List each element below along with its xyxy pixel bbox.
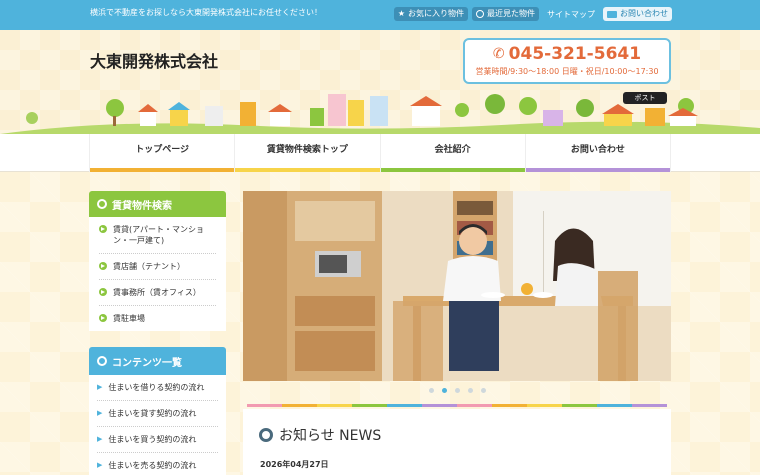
sidebar-item-store[interactable]: 賃店舗（テナント） [99,254,216,280]
top-bar: 横浜で不動産をお探しなら大東開発株式会社にお任せください！ ★ お気に入り物件 … [0,0,760,30]
sidebar-item-label: 賃貸(アパート・マンション・一戸建て) [113,225,204,245]
sidebar-item-label: 住まいを借りる契約の流れ [108,383,205,392]
news-section: お知らせ NEWS 2026年04月27日 [243,409,671,475]
rental-search-list: 賃貸(アパート・マンション・一戸建て) 賃店舗（テナント） 賃事務所（賃オフィス… [89,217,226,331]
triangle-right-icon: ▶ [97,383,103,391]
rental-search-heading-text: 賃貸物件検索 [112,200,172,212]
sidebar-item-residential[interactable]: 賃貸(アパート・マンション・一戸建て) [99,217,216,254]
arrow-circle-icon [99,262,107,270]
contents-list: ▶ 住まいを借りる契約の流れ ▶ 住まいを貸す契約の流れ ▶ 住まいを買う契約の… [89,375,226,475]
triangle-right-icon: ▶ [97,461,103,469]
news-date: 2026年04月27日 [260,460,329,469]
news-heading-text: お知らせ NEWS [279,428,382,444]
phone-box: ✆ 045-321-5641 営業時間/9:30〜18:00 日曜・祝日/10:… [463,38,671,84]
contact-button[interactable]: お問い合わせ [603,7,672,21]
slider-dot[interactable] [454,388,460,393]
site-header: 大東開発株式会社 ✆ 045-321-5641 営業時間/9:30〜18:00 … [0,30,760,134]
nav-contact[interactable]: お問い合わせ [524,134,671,172]
slider-dot[interactable] [467,388,473,393]
sidebar-item-lease-flow[interactable]: ▶ 住まいを貸す契約の流れ [97,401,218,427]
recent-label: 最近見た物件 [487,9,535,18]
circle-icon [259,428,273,442]
phone-icon: ✆ [492,46,505,62]
arrow-circle-icon [99,314,107,322]
news-heading: お知らせ NEWS [259,425,381,445]
triangle-right-icon: ▶ [97,409,103,417]
circle-icon [97,356,107,366]
contents-heading: コンテンツ一覧 [89,347,226,375]
sidebar-item-label: 住まいを買う契約の流れ [108,435,197,444]
global-nav: トップページ 賃貸物件検索トップ 会社紹介 お問い合わせ [0,134,760,172]
sitemap-link[interactable]: サイトマップ [543,9,599,20]
star-icon: ★ [397,9,405,18]
slider-dot[interactable] [480,388,486,393]
sidebar: 賃貸物件検索 賃貸(アパート・マンション・一戸建て) 賃店舗（テナント） 賃事務… [89,191,226,475]
search-icon [97,199,107,209]
mail-icon [607,10,617,18]
favorites-label: お気に入り物件 [408,9,464,18]
hero-slider[interactable] [243,191,671,381]
sidebar-item-label: 賃駐車場 [113,314,145,323]
sidebar-item-office[interactable]: 賃事務所（賃オフィス） [99,280,216,306]
sidebar-item-parking[interactable]: 賃駐車場 [99,306,216,331]
phone-number[interactable]: ✆ 045-321-5641 [465,44,669,64]
top-links: ★ お気に入り物件 最近見た物件 サイトマップ お問い合わせ [393,7,672,21]
nav-top-label: トップページ [135,145,190,155]
nav-company-label: 会社紹介 [434,145,471,155]
slider-pagination [243,388,671,393]
arrow-circle-icon [99,225,107,233]
rainbow-divider [247,404,667,407]
recent-button[interactable]: 最近見た物件 [472,7,539,21]
town-illustration [0,94,760,134]
nav-company[interactable]: 会社紹介 [379,134,525,172]
clock-icon [476,10,484,18]
nav-rental-label: 賃貸物件検索トップ [266,145,348,155]
sidebar-item-label: 住まいを貸す契約の流れ [108,409,197,418]
nav-top[interactable]: トップページ [89,134,235,172]
contents-heading-text: コンテンツ一覧 [112,357,182,369]
triangle-right-icon: ▶ [97,435,103,443]
slider-dot[interactable] [428,388,434,393]
sidebar-item-rent-flow[interactable]: ▶ 住まいを借りる契約の流れ [97,375,218,401]
sidebar-item-sell-flow[interactable]: ▶ 住まいを売る契約の流れ [97,453,218,475]
sidebar-item-label: 賃事務所（賃オフィス） [113,288,201,297]
rental-search-heading: 賃貸物件検索 [89,191,226,217]
sidebar-item-label: 賃店舗（テナント） [113,262,185,271]
nav-contact-label: お問い合わせ [570,145,625,155]
company-logo[interactable]: 大東開発株式会社 [90,48,218,72]
phone-text: 045-321-5641 [508,44,642,64]
contact-label: お問い合わせ [620,9,668,18]
sidebar-item-buy-flow[interactable]: ▶ 住まいを買う契約の流れ [97,427,218,453]
slider-dot-active[interactable] [441,388,447,393]
site-tagline: 横浜で不動産をお探しなら大東開発株式会社にお任せください！ [90,8,322,17]
business-hours: 営業時間/9:30〜18:00 日曜・祝日/10:00〜17:30 [475,67,659,76]
hero-photo [243,191,671,381]
favorites-button[interactable]: ★ お気に入り物件 [393,7,468,21]
nav-rental-search[interactable]: 賃貸物件検索トップ [234,134,380,172]
sidebar-item-label: 住まいを売る契約の流れ [108,461,197,470]
arrow-circle-icon [99,288,107,296]
